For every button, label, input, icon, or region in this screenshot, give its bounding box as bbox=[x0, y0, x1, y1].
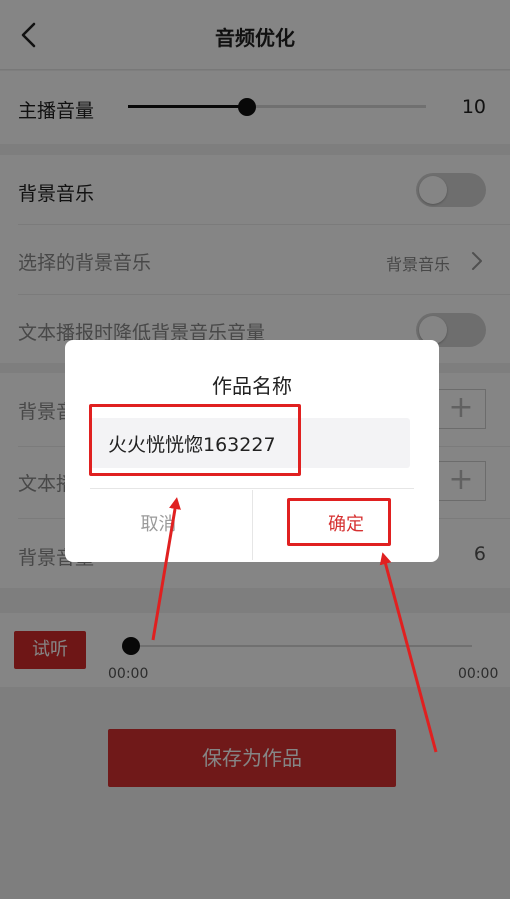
input-highlight-box bbox=[89, 404, 301, 476]
confirm-highlight-box bbox=[287, 498, 391, 546]
dialog-title: 作品名称 bbox=[212, 374, 292, 398]
dialog-divider bbox=[90, 488, 414, 489]
cancel-button[interactable]: 取消 bbox=[65, 490, 252, 560]
